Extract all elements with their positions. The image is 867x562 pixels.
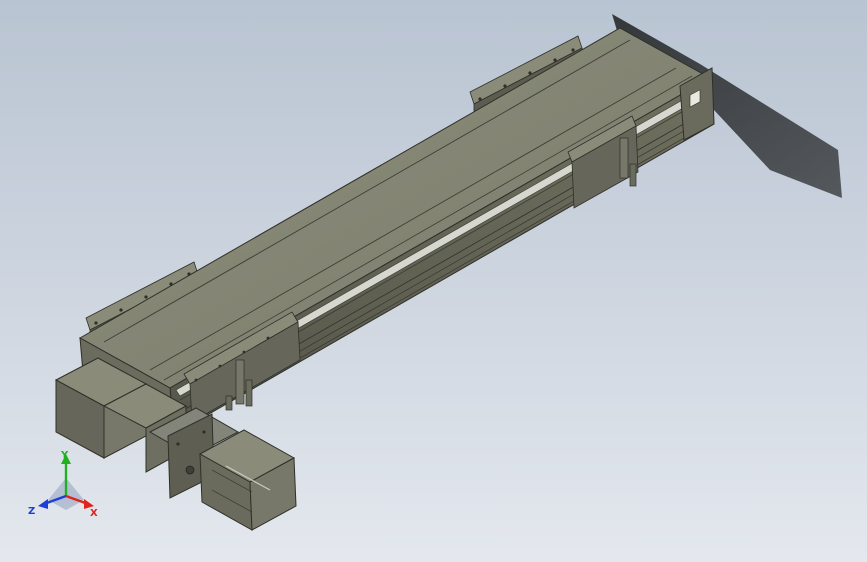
z-axis-label: Z <box>28 506 35 517</box>
linear-actuator-model[interactable] <box>0 0 867 562</box>
coordinate-triad: Y X Z <box>28 450 98 519</box>
graphics-viewport[interactable]: Y X Z <box>0 0 867 562</box>
y-axis-label: Y <box>60 450 69 461</box>
x-axis-label: X <box>90 508 98 519</box>
actuator-body <box>78 27 715 435</box>
